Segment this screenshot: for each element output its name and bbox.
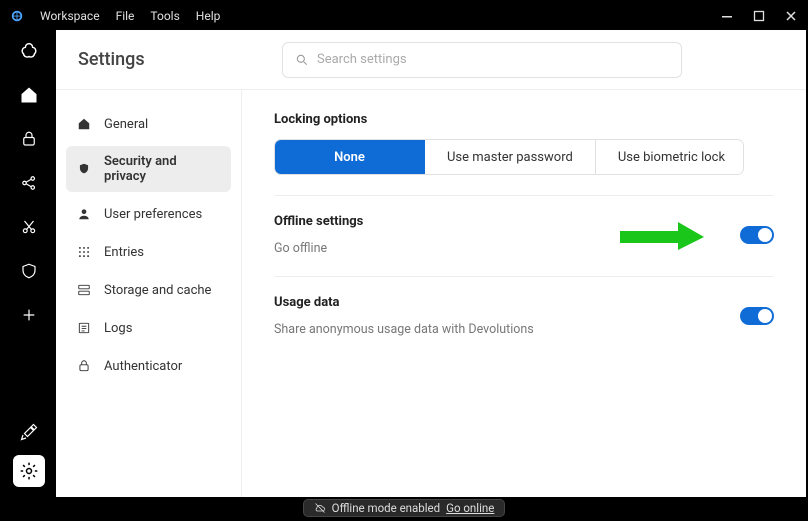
maximize-button[interactable] bbox=[752, 9, 766, 23]
header-row: Settings bbox=[56, 30, 806, 90]
rail-cut-icon[interactable] bbox=[18, 216, 40, 238]
locking-option-master-password[interactable]: Use master password bbox=[425, 140, 596, 174]
nav-rail bbox=[2, 30, 56, 497]
status-bar: Offline mode enabled Go online bbox=[2, 497, 806, 519]
menu-tools[interactable]: Tools bbox=[150, 9, 179, 23]
divider bbox=[274, 195, 774, 196]
menu-help[interactable]: Help bbox=[196, 9, 221, 23]
minimize-button[interactable] bbox=[720, 9, 734, 23]
sidebar-item-logs[interactable]: Logs bbox=[66, 312, 231, 344]
divider bbox=[274, 276, 774, 277]
content-area: Settings General Se bbox=[56, 30, 806, 497]
sidebar-item-user-preferences[interactable]: User preferences bbox=[66, 198, 231, 230]
offline-toggle[interactable] bbox=[740, 226, 774, 244]
settings-side-menu: General Security and privacy User prefer… bbox=[56, 90, 242, 497]
status-text: Offline mode enabled bbox=[332, 501, 440, 515]
sidebar-label: User preferences bbox=[104, 207, 202, 222]
rail-add-icon[interactable] bbox=[18, 304, 40, 326]
shield-icon bbox=[76, 161, 92, 177]
menu-bar: File Tools Help bbox=[116, 9, 221, 23]
sidebar-label: Storage and cache bbox=[104, 283, 211, 298]
home-icon bbox=[76, 116, 92, 132]
window-controls bbox=[720, 9, 798, 23]
settings-main-panel: Locking options None Use master password… bbox=[242, 90, 806, 497]
sidebar-item-authenticator[interactable]: Authenticator bbox=[66, 350, 231, 382]
locking-title: Locking options bbox=[274, 112, 774, 127]
search-input[interactable] bbox=[317, 52, 669, 67]
app-logo-icon bbox=[10, 9, 24, 23]
lock-icon bbox=[76, 358, 92, 374]
sidebar-item-general[interactable]: General bbox=[66, 108, 231, 140]
sidebar-label: Security and privacy bbox=[104, 154, 221, 184]
sidebar-label: Entries bbox=[104, 245, 144, 260]
rail-logo-icon[interactable] bbox=[18, 40, 40, 62]
locking-option-none[interactable]: None bbox=[275, 140, 425, 174]
grid-icon bbox=[76, 244, 92, 260]
rail-lock-icon[interactable] bbox=[18, 128, 40, 150]
sidebar-item-security[interactable]: Security and privacy bbox=[66, 146, 231, 192]
page-title: Settings bbox=[78, 49, 258, 70]
sidebar-item-storage[interactable]: Storage and cache bbox=[66, 274, 231, 306]
sidebar-label: Authenticator bbox=[104, 359, 182, 374]
rail-tools-icon[interactable] bbox=[18, 421, 40, 443]
sidebar-item-entries[interactable]: Entries bbox=[66, 236, 231, 268]
offline-subtitle: Go offline bbox=[274, 241, 740, 256]
search-box[interactable] bbox=[282, 42, 682, 78]
locking-section: Locking options None Use master password… bbox=[274, 112, 774, 175]
rail-settings-icon[interactable] bbox=[13, 455, 45, 487]
usage-section: Usage data Share anonymous usage data wi… bbox=[274, 295, 774, 337]
locking-option-biometric[interactable]: Use biometric lock bbox=[596, 140, 744, 174]
close-button[interactable] bbox=[784, 9, 798, 23]
go-online-link[interactable]: Go online bbox=[446, 501, 494, 515]
sidebar-label: General bbox=[104, 117, 148, 132]
status-pill: Offline mode enabled Go online bbox=[303, 499, 506, 517]
usage-subtitle: Share anonymous usage data with Devoluti… bbox=[274, 322, 740, 337]
app-name: Workspace bbox=[40, 9, 100, 23]
body-row: General Security and privacy User prefer… bbox=[56, 90, 806, 497]
usage-title: Usage data bbox=[274, 295, 740, 310]
menu-file[interactable]: File bbox=[116, 9, 135, 23]
sidebar-label: Logs bbox=[104, 321, 132, 336]
app-window: { "titlebar": { "app_name": "Workspace",… bbox=[0, 0, 808, 521]
usage-toggle[interactable] bbox=[740, 307, 774, 325]
offline-section: Offline settings Go offline bbox=[274, 214, 774, 256]
user-icon bbox=[76, 206, 92, 222]
cloud-off-icon bbox=[314, 502, 326, 514]
rail-share-icon[interactable] bbox=[18, 172, 40, 194]
logs-icon bbox=[76, 320, 92, 336]
storage-icon bbox=[76, 282, 92, 298]
titlebar: Workspace File Tools Help bbox=[2, 2, 806, 30]
rail-shield-icon[interactable] bbox=[18, 260, 40, 282]
rail-home-icon[interactable] bbox=[18, 84, 40, 106]
locking-segmented-control: None Use master password Use biometric l… bbox=[274, 139, 744, 175]
search-icon bbox=[295, 53, 309, 67]
app-body: Settings General Se bbox=[2, 30, 806, 497]
offline-title: Offline settings bbox=[274, 214, 740, 229]
